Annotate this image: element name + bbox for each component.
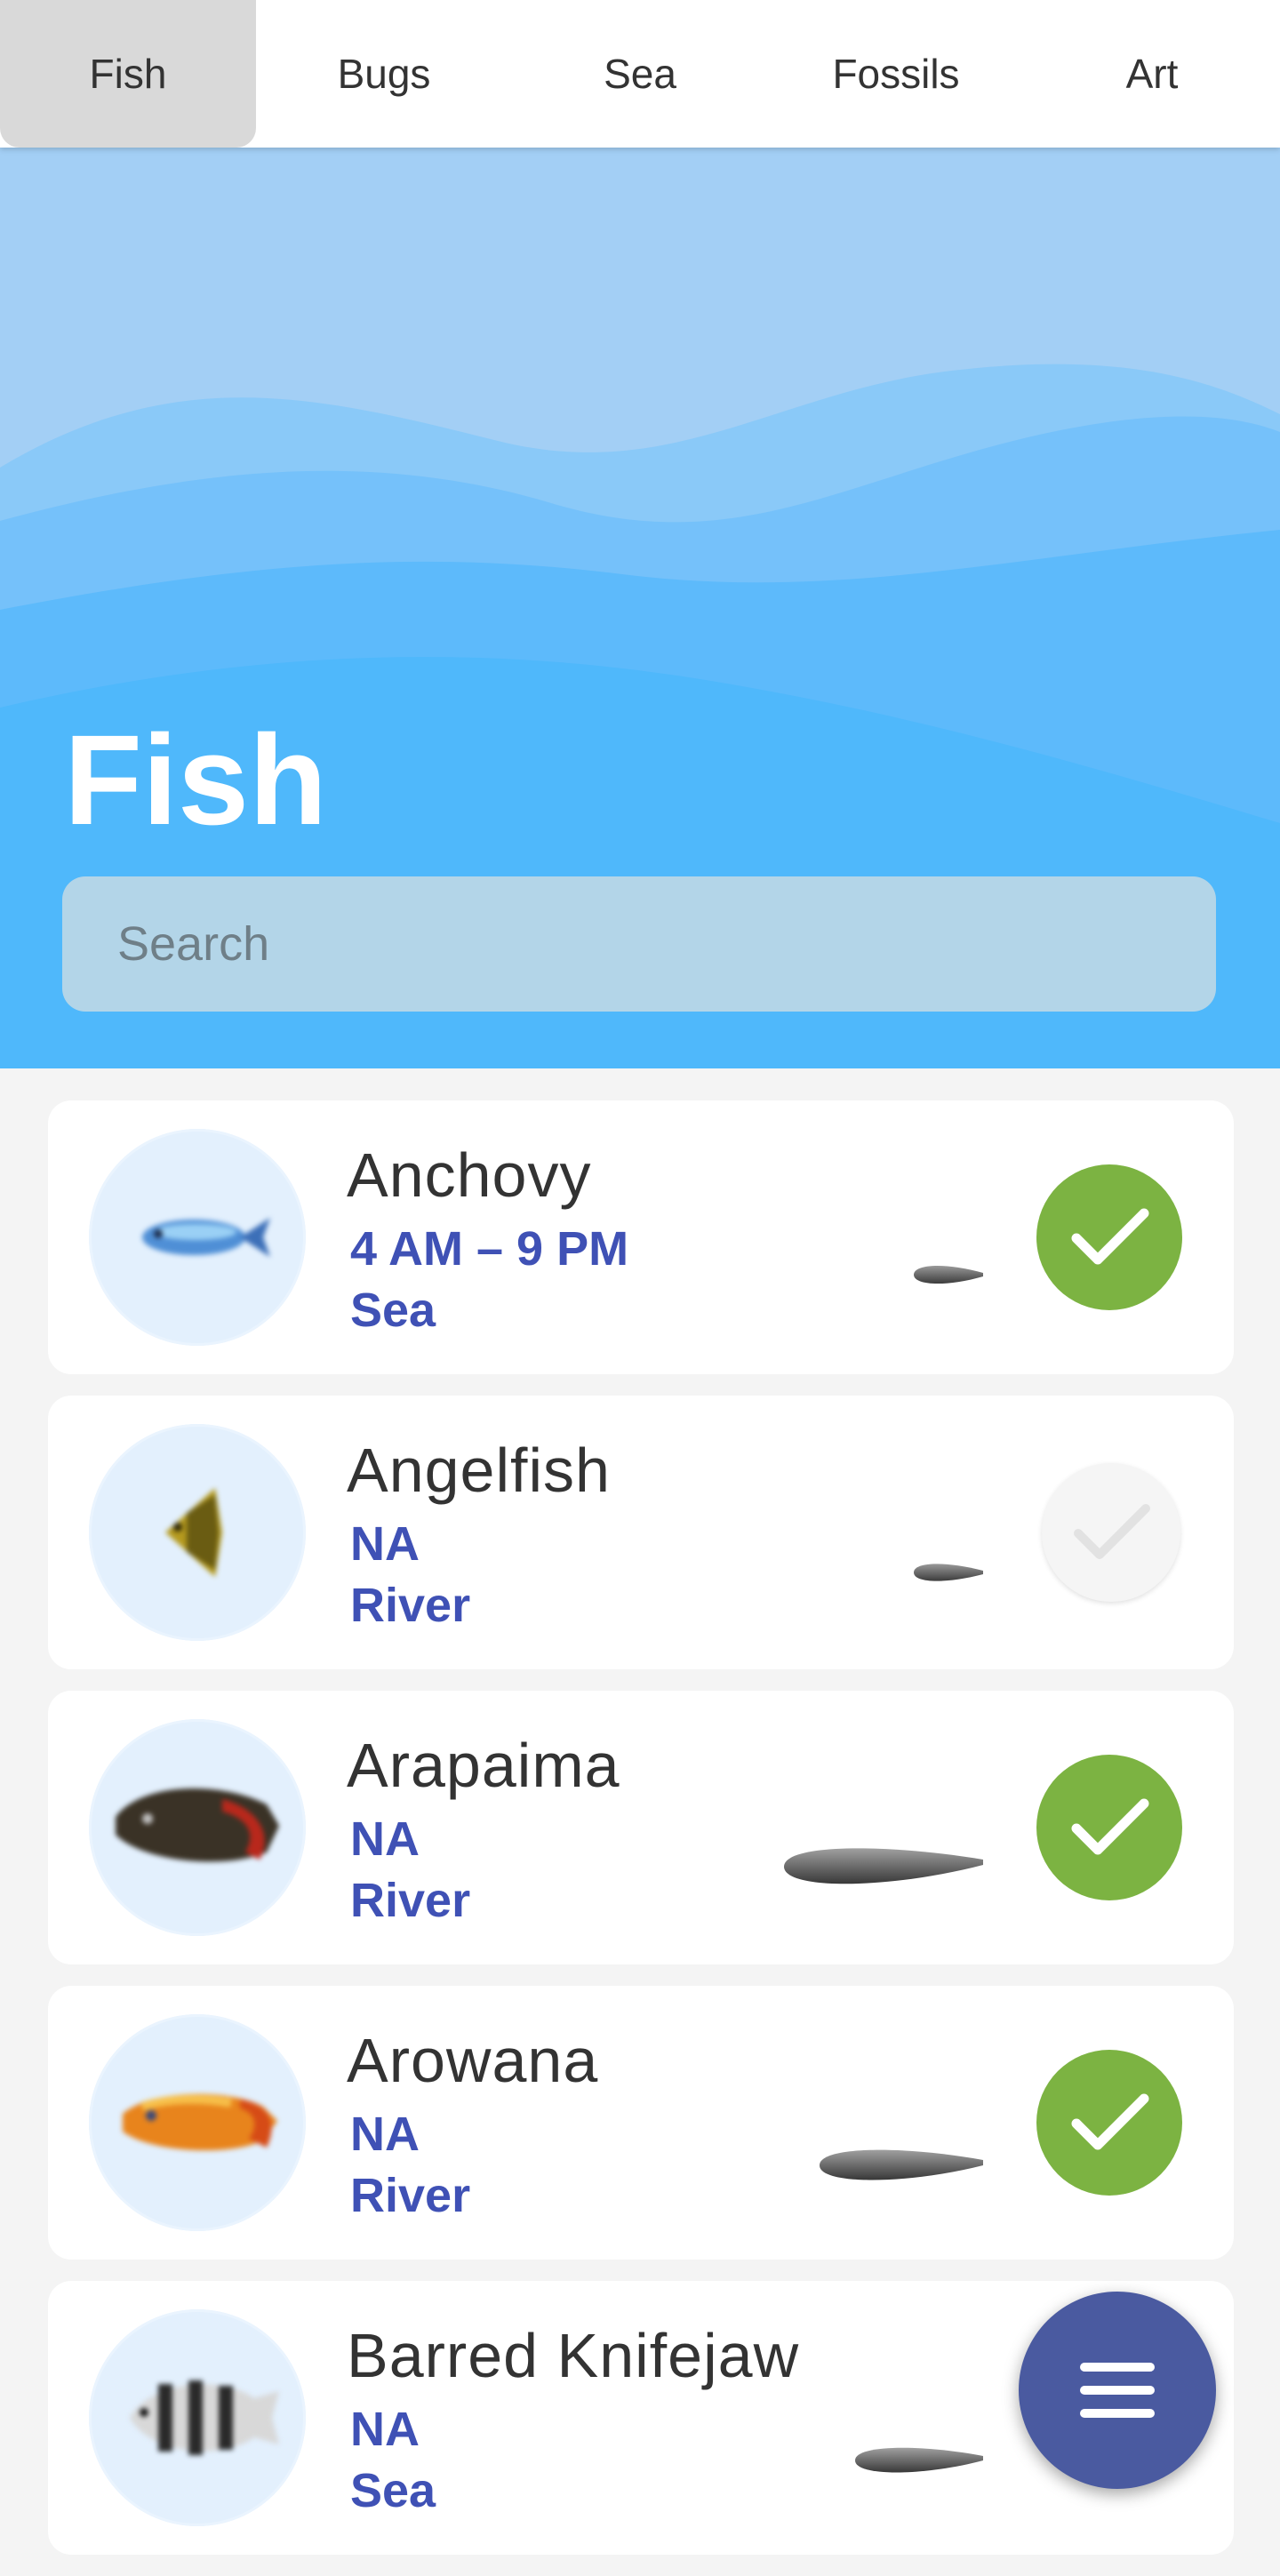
item-location: River (350, 1579, 471, 1632)
anchovy-icon (89, 1129, 306, 1346)
page-title: Fish (64, 708, 328, 852)
list-item[interactable]: Arapaima NA River (48, 1691, 1234, 1964)
item-location: River (350, 1874, 471, 1927)
item-time: NA (350, 2108, 420, 2161)
caught-toggle[interactable] (1036, 2050, 1182, 2196)
category-tabs: Fish Bugs Sea Fossils Art (0, 0, 1280, 148)
item-time: NA (350, 1517, 420, 1571)
fish-shadow-icon (914, 1265, 983, 1284)
search-input[interactable] (62, 876, 1216, 1012)
fish-shadow-icon (820, 2149, 983, 2180)
item-location: River (350, 2169, 471, 2222)
item-time: 4 AM – 9 PM (350, 1222, 629, 1276)
tab-fish[interactable]: Fish (0, 0, 256, 148)
item-location: Sea (350, 1284, 436, 1337)
list-item[interactable]: Arowana NA River (48, 1986, 1234, 2260)
item-name: Barred Knifejaw (347, 2321, 800, 2390)
hero-banner: Fish (0, 148, 1280, 1068)
tab-bugs[interactable]: Bugs (256, 0, 512, 148)
tab-art[interactable]: Art (1024, 0, 1280, 148)
checkmark-icon (1071, 1208, 1149, 1265)
fish-shadow-icon (784, 1848, 983, 1884)
arapaima-icon (89, 1719, 306, 1936)
checkmark-icon (1071, 1798, 1149, 1855)
tab-sea[interactable]: Sea (512, 0, 768, 148)
tab-fossils[interactable]: Fossils (768, 0, 1024, 148)
checkmark-icon (1071, 2093, 1149, 2150)
menu-icon (1080, 2363, 1155, 2418)
caught-toggle[interactable] (1036, 1755, 1182, 1900)
menu-button[interactable] (1019, 2292, 1216, 2489)
item-name: Angelfish (347, 1436, 611, 1505)
fish-shadow-icon (914, 1564, 983, 1581)
item-name: Arowana (347, 2026, 599, 2095)
item-time: NA (350, 2403, 420, 2456)
item-location: Sea (350, 2464, 436, 2517)
barred-knifejaw-icon (89, 2309, 306, 2526)
item-time: NA (350, 1812, 420, 1866)
list-item[interactable]: Angelfish NA River (48, 1396, 1234, 1669)
angelfish-icon (89, 1424, 306, 1641)
item-name: Arapaima (347, 1731, 620, 1800)
caught-toggle[interactable] (1042, 1463, 1180, 1602)
list-item[interactable]: Anchovy 4 AM – 9 PM Sea (48, 1100, 1234, 1374)
caught-toggle[interactable] (1036, 1164, 1182, 1310)
checkmark-icon (1074, 1504, 1150, 1559)
fish-shadow-icon (855, 2447, 983, 2473)
item-name: Anchovy (347, 1140, 592, 1210)
arowana-icon (89, 2014, 306, 2231)
